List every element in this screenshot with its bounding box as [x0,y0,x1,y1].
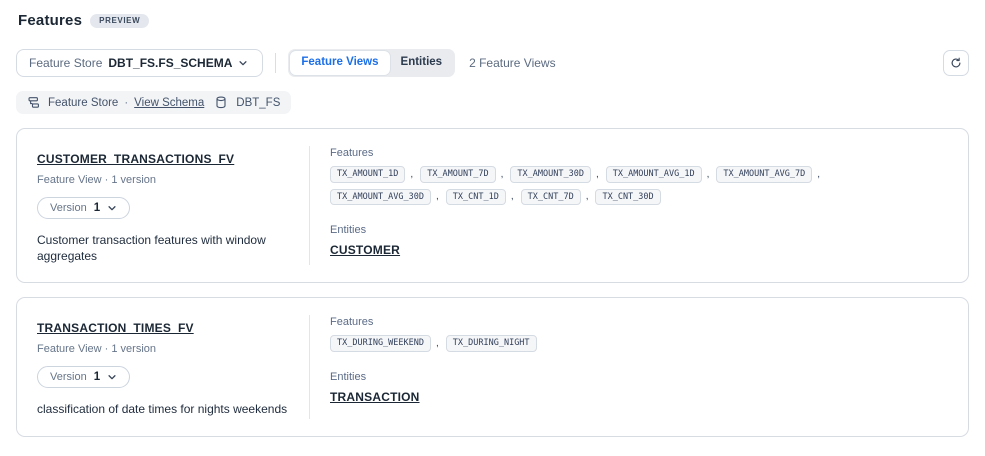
feature-chip: TX_AMOUNT_30D [510,166,591,183]
feature-view-card-transaction-times: TRANSACTION_TIMES_FV Feature View · 1 ve… [16,297,969,436]
breadcrumb-separator: · [124,97,128,109]
version-value: 1 [94,371,100,383]
feature-chip: TX_DURING_WEEKEND [330,335,431,352]
breadcrumb-database-name: DBT_FS [236,97,280,109]
feature-views-count: 2 Feature Views [469,56,556,70]
card-details: Features TX_AMOUNT_1D,TX_AMOUNT_7D,TX_AM… [310,129,968,282]
feature-store-hierarchy-icon [27,96,40,109]
feature-chip: TX_CNT_1D [446,189,506,206]
feature-chip-list: TX_DURING_WEEKEND, TX_DURING_NIGHT [330,335,930,352]
feature-chip-item: TX_CNT_1D, [446,189,514,206]
feature-view-meta: Feature View · 1 version [37,174,289,186]
feature-chip-item: TX_CNT_7D, [521,189,589,206]
breadcrumb: Feature Store · View Schema DBT_FS [16,91,291,114]
chevron-down-icon [107,203,117,213]
feature-chip: TX_CNT_30D [595,189,660,206]
entities-section: Entities CUSTOMER [330,224,944,259]
feature-store-select-label: Feature Store [29,56,102,70]
refresh-button[interactable] [943,50,969,76]
feature-chip: TX_AMOUNT_AVG_30D [330,189,431,206]
chevron-down-icon [107,372,117,382]
entities-section-label: Entities [330,224,944,236]
chip-separator: , [586,191,589,202]
feature-view-cards: CUSTOMER_TRANSACTIONS_FV Feature View · … [16,128,969,437]
page-header: Features PREVIEW [18,12,969,29]
feature-chip-item: TX_AMOUNT_30D, [510,166,598,183]
entities-section-label: Entities [330,371,944,383]
chip-separator: , [707,169,710,180]
chip-separator: , [817,169,820,180]
features-section-label: Features [330,147,944,159]
version-selector[interactable]: Version 1 [37,197,130,219]
feature-view-card-customer-transactions: CUSTOMER_TRANSACTIONS_FV Feature View · … [16,128,969,283]
feature-chip-item: TX_AMOUNT_AVG_1D, [606,166,710,183]
feature-view-description: Customer transaction features with windo… [37,232,289,264]
feature-chip: TX_DURING_NIGHT [446,335,537,352]
version-label: Version [50,202,87,214]
features-section-label: Features [330,316,944,328]
chevron-down-icon [238,58,248,68]
feature-chip-list: TX_AMOUNT_1D,TX_AMOUNT_7D,TX_AMOUNT_30D,… [330,166,930,205]
chip-separator: , [511,191,514,202]
feature-view-title-link[interactable]: TRANSACTION_TIMES_FV [37,321,194,335]
feature-view-description: classification of date times for nights … [37,401,289,417]
feature-chip: TX_AMOUNT_AVG_1D [606,166,702,183]
view-schema-link[interactable]: View Schema [134,97,204,109]
toolbar: Feature Store DBT_FS.FS_SCHEMA Feature V… [16,49,969,77]
feature-view-title-link[interactable]: CUSTOMER_TRANSACTIONS_FV [37,152,234,166]
refresh-icon [950,57,962,69]
feature-chip-item: TX_CNT_30D [595,189,660,206]
toolbar-divider [275,53,276,73]
feature-chip: TX_AMOUNT_1D [330,166,405,183]
entity-link[interactable]: CUSTOMER [330,243,400,257]
feature-chip: TX_CNT_7D [521,189,581,206]
version-value: 1 [94,202,100,214]
tab-entities[interactable]: Entities [390,51,454,75]
card-summary: TRANSACTION_TIMES_FV Feature View · 1 ve… [17,298,309,435]
card-details: Features TX_DURING_WEEKEND, TX_DURING_NIG… [310,298,968,435]
feature-chip-item: TX_AMOUNT_AVG_7D, [716,166,820,183]
preview-badge: PREVIEW [90,14,149,28]
chip-separator: , [410,169,413,180]
tab-feature-views[interactable]: Feature Views [290,51,389,75]
feature-store-select-value: DBT_FS.FS_SCHEMA [108,56,232,70]
entities-section: Entities TRANSACTION [330,371,944,406]
feature-chip-item: TX_DURING_NIGHT [446,335,537,352]
feature-chip-item: TX_DURING_WEEKEND, [330,335,439,352]
chip-separator: , [596,169,599,180]
version-selector[interactable]: Version 1 [37,366,130,388]
chip-separator: , [501,169,504,180]
page-title: Features [18,12,82,29]
feature-store-select[interactable]: Feature Store DBT_FS.FS_SCHEMA [16,49,263,77]
database-icon [215,96,227,109]
breadcrumb-store-label: Feature Store [48,97,118,109]
chip-separator: , [436,338,439,349]
feature-chip-item: TX_AMOUNT_AVG_30D, [330,189,439,206]
feature-chip-item: TX_AMOUNT_1D, [330,166,413,183]
feature-chip-item: TX_AMOUNT_7D, [420,166,503,183]
feature-chip: TX_AMOUNT_AVG_7D [716,166,812,183]
card-summary: CUSTOMER_TRANSACTIONS_FV Feature View · … [17,129,309,282]
feature-chip: TX_AMOUNT_7D [420,166,495,183]
feature-view-meta: Feature View · 1 version [37,343,289,355]
chip-separator: , [436,191,439,202]
features-page: Features PREVIEW Feature Store DBT_FS.FS… [0,0,985,447]
view-mode-tabs: Feature Views Entities [288,49,455,77]
version-label: Version [50,371,87,383]
entity-link[interactable]: TRANSACTION [330,390,420,404]
